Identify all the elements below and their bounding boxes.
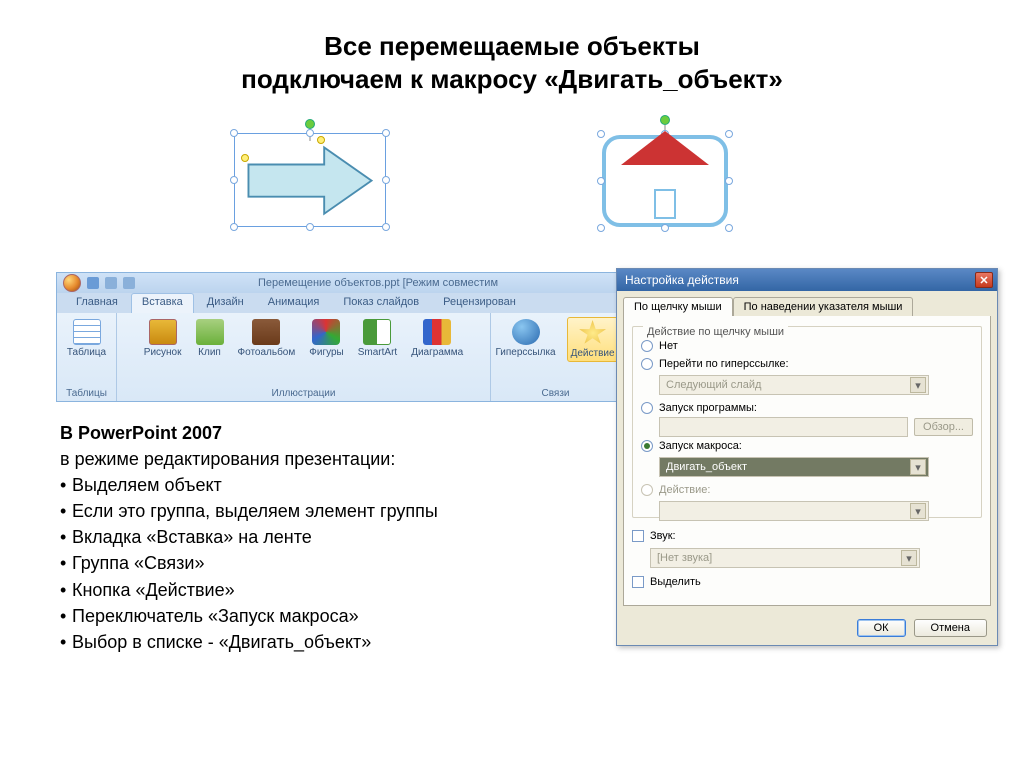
office-button-icon[interactable]	[63, 274, 81, 292]
picture-icon	[149, 319, 177, 345]
program-path-input	[659, 417, 908, 437]
chevron-down-icon: ▾	[901, 550, 917, 566]
chevron-down-icon[interactable]: ▾	[910, 459, 926, 475]
action-star-icon	[579, 320, 607, 346]
tab-mouse-click[interactable]: По щелчку мыши	[623, 297, 733, 316]
radio-hyperlink-row[interactable]: Перейти по гиперссылке:	[641, 355, 973, 373]
save-icon[interactable]	[87, 277, 99, 289]
powerpoint-ribbon: Перемещение объектов.ppt [Режим совмести…	[56, 272, 622, 402]
close-icon: ✕	[979, 274, 988, 287]
checkbox-icon[interactable]	[632, 576, 644, 588]
table-button[interactable]: Таблица	[64, 317, 109, 360]
radio-icon	[641, 484, 653, 496]
ribbon-tabs: Главная Вставка Дизайн Анимация Показ сл…	[57, 293, 621, 313]
title-line2: подключаем к макросу «Двигать_объект»	[40, 63, 984, 96]
shapes-preview	[0, 111, 1024, 251]
group-tables: Таблица Таблицы	[57, 313, 117, 401]
tab-slideshow[interactable]: Показ слайдов	[332, 293, 430, 313]
dialog-body: Действие по щелчку мыши Нет Перейти по г…	[623, 316, 991, 606]
radio-object-action-row: Действие:	[641, 481, 973, 499]
undo-icon[interactable]	[105, 277, 117, 289]
rotation-handle-icon[interactable]	[305, 119, 315, 129]
radio-icon[interactable]	[641, 340, 653, 352]
smartart-icon	[363, 319, 391, 345]
ribbon-titlebar: Перемещение объектов.ppt [Режим совмести…	[57, 273, 621, 293]
macro-combo[interactable]: Двигать_объект ▾	[659, 457, 929, 477]
instruction-text: В PowerPoint 2007 в режиме редактировани…	[60, 420, 580, 655]
house-door-icon	[654, 189, 676, 219]
group-label: Действие по щелчку мыши	[643, 326, 788, 338]
picture-button[interactable]: Рисунок	[141, 317, 185, 360]
group-links: Гиперссылка Действие Связи	[491, 313, 621, 401]
photoalbum-icon	[252, 319, 280, 345]
table-icon	[73, 319, 101, 345]
radio-icon[interactable]	[641, 402, 653, 414]
object-action-combo: ▾	[659, 501, 929, 521]
shapes-icon	[312, 319, 340, 345]
tab-mouse-hover[interactable]: По наведении указателя мыши	[733, 297, 914, 316]
radio-run-program-row[interactable]: Запуск программы:	[641, 399, 973, 417]
instructions-subheading: в режиме редактирования презентации:	[60, 449, 395, 469]
group-illustrations: Рисунок Клип Фотоальбом Фигуры SmartArt	[117, 313, 491, 401]
globe-icon	[512, 319, 540, 345]
tab-home[interactable]: Главная	[65, 293, 129, 313]
tab-animation[interactable]: Анимация	[257, 293, 331, 313]
clip-button[interactable]: Клип	[193, 317, 227, 360]
smartart-button[interactable]: SmartArt	[355, 317, 400, 360]
checkbox-icon[interactable]	[632, 530, 644, 542]
radio-none-row[interactable]: Нет	[641, 337, 973, 355]
close-button[interactable]: ✕	[975, 272, 993, 288]
hyperlink-button[interactable]: Гиперссылка	[492, 317, 558, 360]
document-title: Перемещение объектов.ppt [Режим совмести…	[141, 277, 615, 289]
clip-icon	[196, 319, 224, 345]
chevron-down-icon: ▾	[910, 503, 926, 519]
tab-review[interactable]: Рецензирован	[432, 293, 527, 313]
dialog-buttons: ОК Отмена	[857, 619, 987, 637]
house-roof-icon	[621, 131, 709, 165]
quick-access-toolbar[interactable]	[87, 277, 135, 289]
selected-house-shape[interactable]	[590, 117, 740, 235]
ok-button[interactable]: ОК	[857, 619, 906, 637]
photoalbum-button[interactable]: Фотоальбом	[235, 317, 299, 360]
selected-arrow-shape[interactable]	[230, 121, 390, 231]
rotation-handle-icon[interactable]	[660, 115, 670, 125]
hyperlink-combo: Следующий слайд ▾	[659, 375, 929, 395]
dialog-titlebar[interactable]: Настройка действия ✕	[617, 269, 997, 291]
sound-checkbox-row[interactable]: Звук:	[632, 526, 982, 546]
click-action-group: Действие по щелчку мыши Нет Перейти по г…	[632, 326, 982, 518]
radio-icon[interactable]	[641, 440, 653, 452]
shapes-button[interactable]: Фигуры	[306, 317, 346, 360]
selection-outline	[234, 133, 386, 227]
slide-title: Все перемещаемые объекты подключаем к ма…	[0, 0, 1024, 105]
browse-button: Обзор...	[914, 418, 973, 436]
sound-combo: [Нет звука] ▾	[650, 548, 920, 568]
action-button[interactable]: Действие	[567, 317, 619, 362]
tab-design[interactable]: Дизайн	[196, 293, 255, 313]
chart-icon	[423, 319, 451, 345]
redo-icon[interactable]	[123, 277, 135, 289]
instructions-heading: В PowerPoint 2007	[60, 423, 222, 443]
title-line1: Все перемещаемые объекты	[40, 30, 984, 63]
action-settings-dialog: Настройка действия ✕ По щелчку мыши По н…	[616, 268, 998, 646]
highlight-checkbox-row[interactable]: Выделить	[632, 572, 982, 592]
radio-icon[interactable]	[641, 358, 653, 370]
radio-run-macro-row[interactable]: Запуск макроса:	[641, 437, 973, 455]
dialog-title-text: Настройка действия	[625, 273, 739, 287]
ribbon-groups: Таблица Таблицы Рисунок Клип Фотоальбом	[57, 313, 621, 401]
dialog-tabs: По щелчку мыши По наведении указателя мы…	[617, 291, 997, 316]
cancel-button[interactable]: Отмена	[914, 619, 987, 637]
chevron-down-icon: ▾	[910, 377, 926, 393]
tab-insert[interactable]: Вставка	[131, 293, 194, 313]
chart-button[interactable]: Диаграмма	[408, 317, 466, 360]
